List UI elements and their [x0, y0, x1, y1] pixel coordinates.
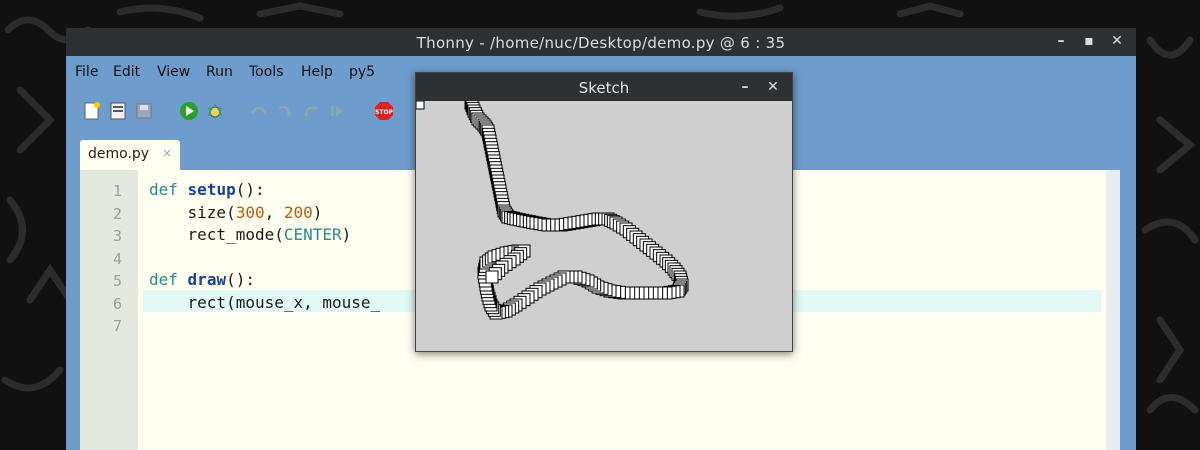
window-title: Thonny - /home/nuc/Desktop/demo.py @ 6 :… — [416, 34, 786, 52]
thonny-titlebar[interactable]: Thonny - /home/nuc/Desktop/demo.py @ 6 :… — [66, 28, 1136, 56]
step-out-icon[interactable] — [300, 100, 322, 122]
stop-icon[interactable]: STOP — [373, 100, 395, 122]
sketch-canvas[interactable] — [416, 101, 792, 351]
menu-file[interactable]: File — [75, 64, 98, 80]
code-line-1: def setup(): — [149, 180, 265, 199]
sketch-titlebar[interactable]: Sketch – ✕ — [416, 73, 792, 101]
trail-rect — [485, 270, 499, 284]
menu-view[interactable]: View — [157, 64, 190, 80]
vertical-scrollbar[interactable] — [1106, 170, 1120, 450]
code-line-5: def draw(): — [149, 270, 255, 289]
save-icon[interactable] — [133, 100, 155, 122]
tab-label: demo.py — [88, 146, 150, 162]
minimize-icon[interactable]: – — [1052, 32, 1070, 50]
sketch-close-icon[interactable]: ✕ — [764, 78, 782, 96]
step-into-icon[interactable] — [274, 100, 296, 122]
maximize-icon[interactable]: ▪ — [1080, 32, 1098, 50]
menu-py5[interactable]: py5 — [349, 64, 375, 80]
resume-icon[interactable] — [326, 100, 348, 122]
line-number: 1 — [112, 182, 122, 200]
code-line-6: rect(mouse_x, mouse_ — [149, 293, 381, 312]
open-file-icon[interactable] — [107, 100, 129, 122]
canvas-background — [416, 101, 792, 351]
code-line-2: size(300, 200) — [149, 203, 323, 222]
line-number: 6 — [112, 295, 122, 313]
menu-run[interactable]: Run — [206, 64, 233, 80]
sketch-window: Sketch – ✕ — [415, 72, 793, 352]
corner-rect — [416, 101, 425, 110]
menu-help[interactable]: Help — [301, 64, 333, 80]
line-number: 3 — [112, 227, 122, 245]
step-over-icon[interactable] — [248, 100, 270, 122]
tab-demo-py[interactable]: demo.py × — [80, 140, 180, 170]
close-icon[interactable]: ✕ — [1108, 32, 1126, 50]
sketch-minimize-icon[interactable]: – — [736, 78, 754, 96]
line-number: 5 — [112, 272, 122, 290]
menu-edit[interactable]: Edit — [113, 64, 140, 80]
menu-tools[interactable]: Tools — [249, 64, 284, 80]
code-line-3: rect_mode(CENTER) — [149, 225, 352, 244]
tab-close-icon[interactable]: × — [162, 146, 172, 160]
line-number: 2 — [112, 205, 122, 223]
debug-icon[interactable] — [204, 100, 226, 122]
svg-text:STOP: STOP — [375, 109, 394, 116]
run-icon[interactable] — [178, 100, 200, 122]
new-file-icon[interactable] — [81, 100, 103, 122]
line-number: 4 — [112, 250, 122, 268]
line-number: 7 — [112, 317, 122, 335]
line-number-gutter: 1 2 3 4 5 6 7 — [80, 170, 138, 450]
